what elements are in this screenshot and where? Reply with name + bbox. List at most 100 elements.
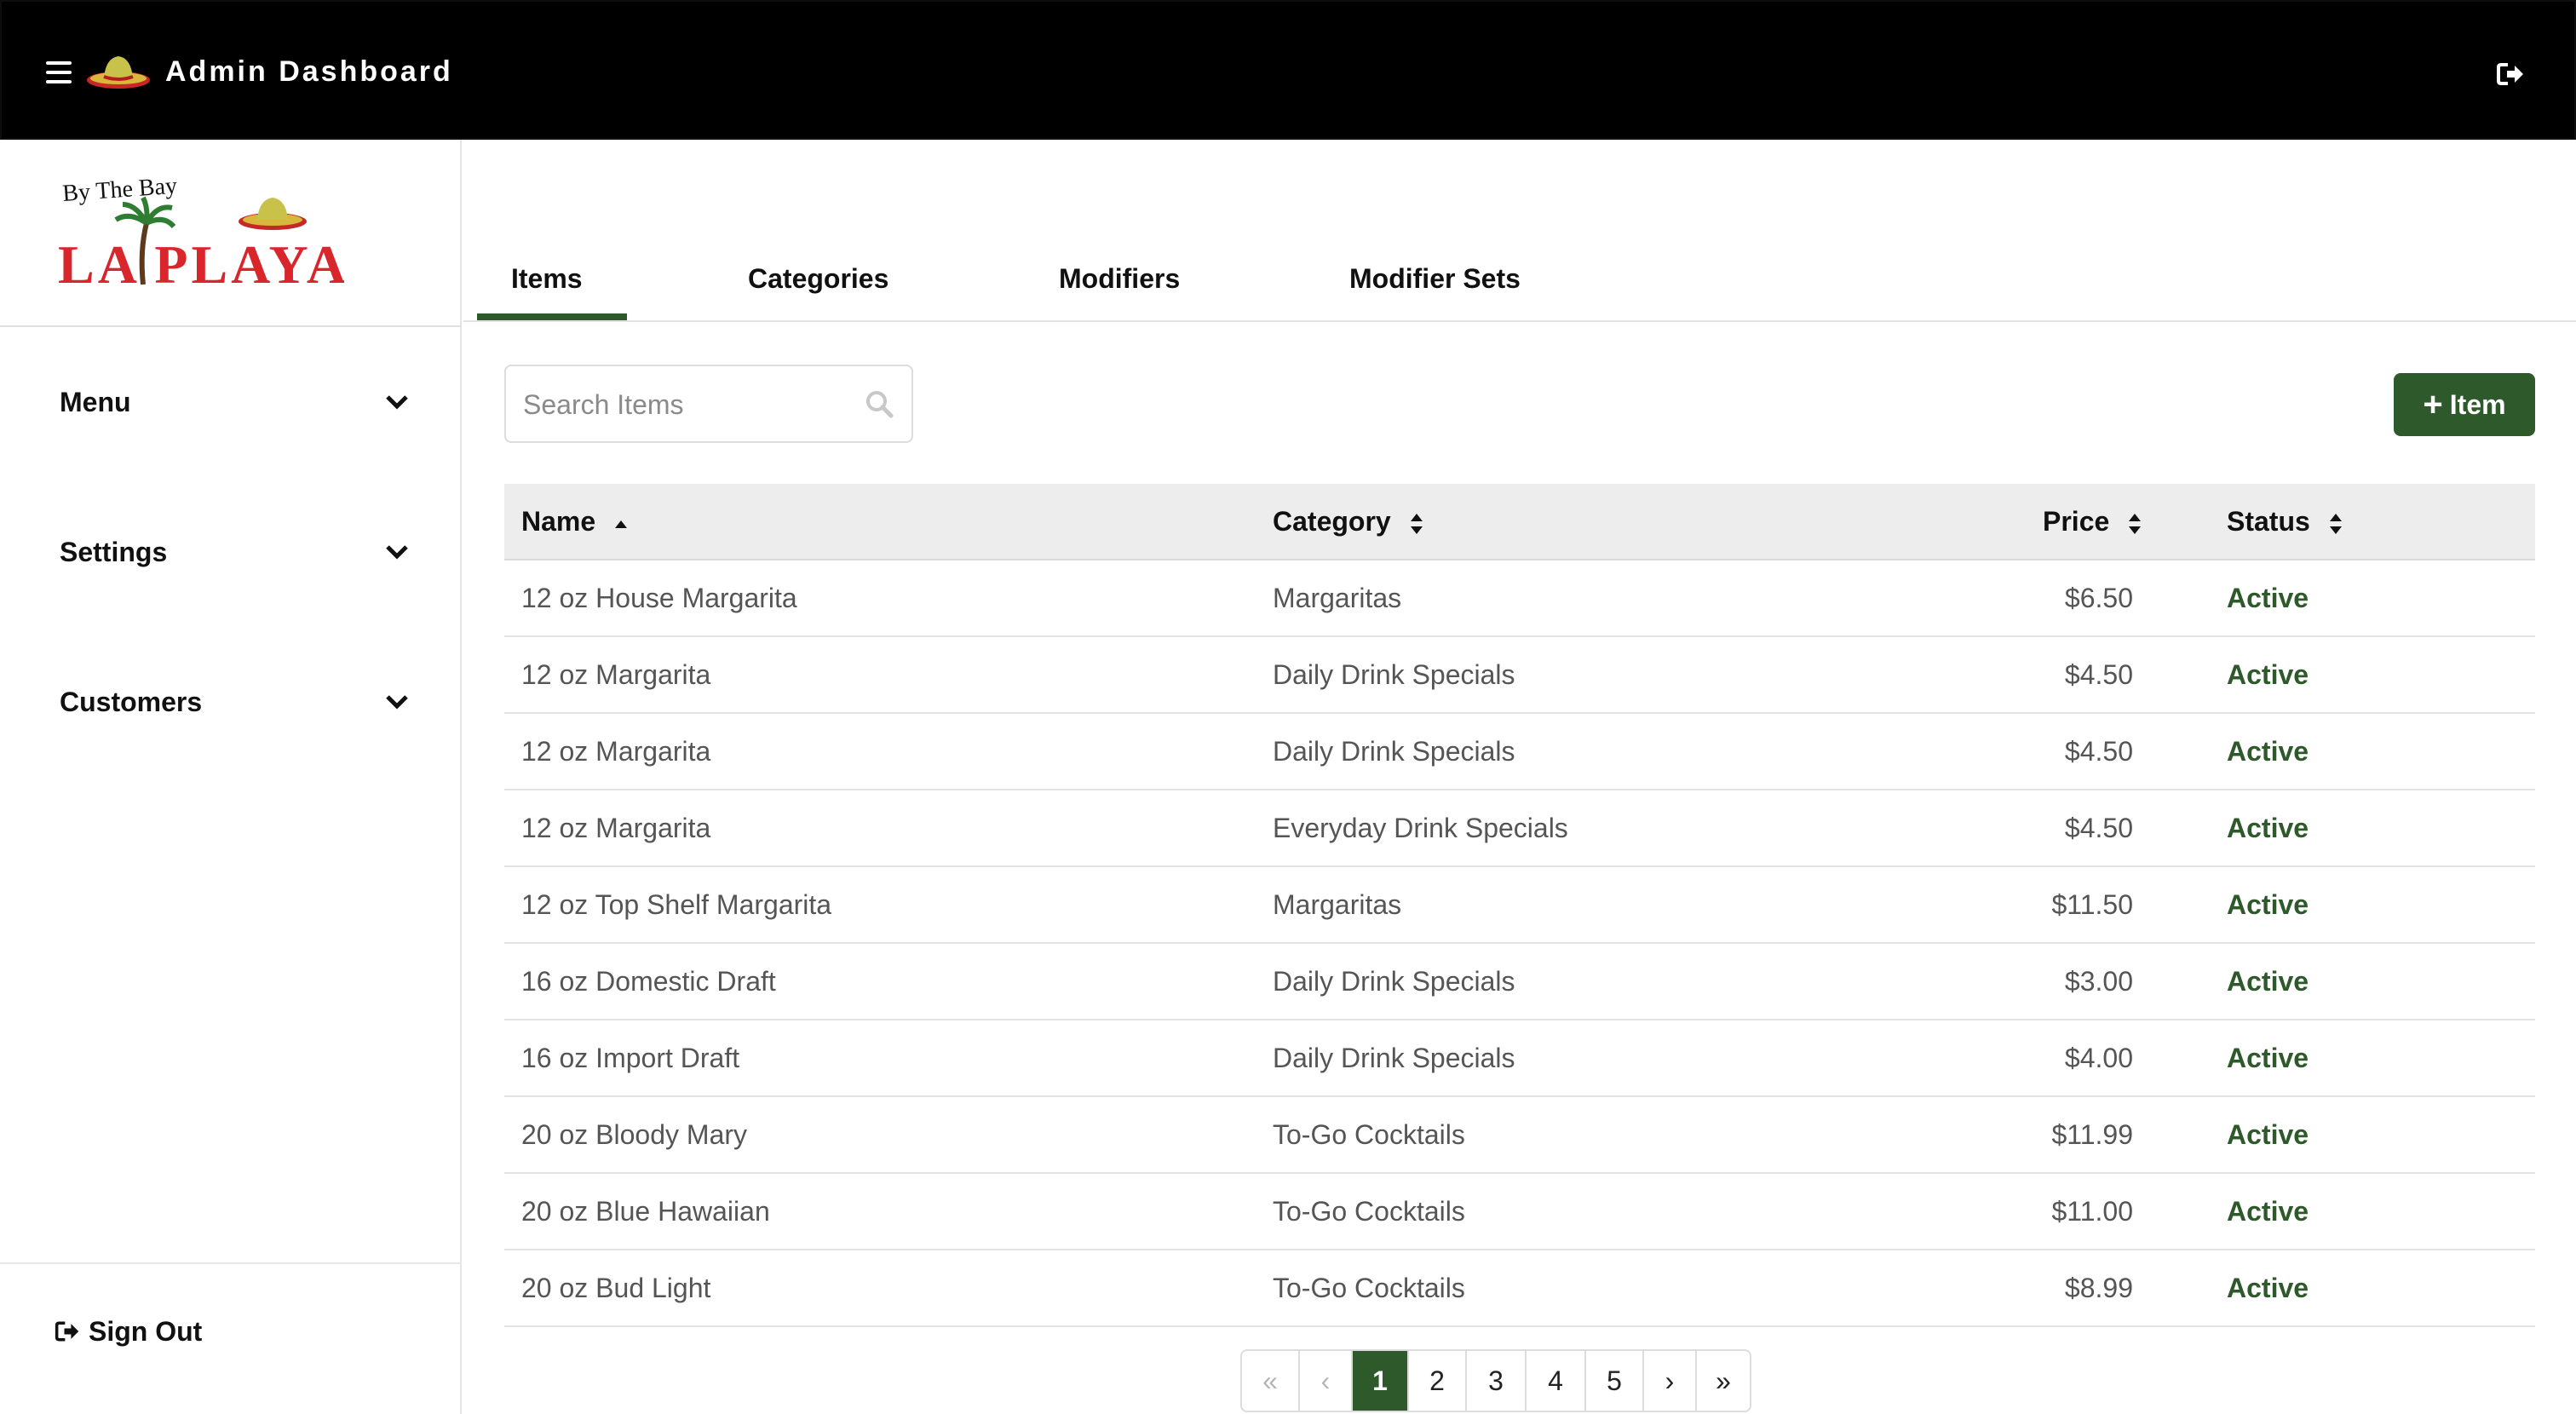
cell-price: $6.50	[2064, 583, 2133, 613]
status-badge: Active	[2227, 1273, 2309, 1303]
pagination: « ‹ 1 2 3 4 5 › »	[1240, 1349, 1751, 1412]
sombrero-icon	[87, 56, 150, 89]
sidebar-item-customers[interactable]: Customers	[60, 676, 409, 727]
table-row[interactable]: 16 oz Import Draft Daily Drink Specials …	[504, 1020, 2535, 1097]
table-row[interactable]: 12 oz House Margarita Margaritas $6.50 A…	[504, 560, 2535, 637]
hamburger-icon[interactable]	[46, 61, 72, 83]
sort-icon	[1410, 513, 1423, 534]
sort-icon	[2129, 513, 2142, 534]
status-badge: Active	[2227, 1043, 2309, 1073]
cell-category: Daily Drink Specials	[1273, 736, 1515, 767]
search-input[interactable]	[521, 382, 857, 428]
page-last-button[interactable]: »	[1697, 1351, 1750, 1411]
table-header: Name Category Price Status	[504, 484, 2535, 560]
cell-name: 12 oz Margarita	[521, 813, 711, 843]
svg-text:LA PLAYA: LA PLAYA	[58, 234, 344, 293]
cell-name: 12 oz Margarita	[521, 736, 711, 767]
column-header-status[interactable]: Status	[2227, 484, 2343, 559]
tab-categories[interactable]: Categories	[748, 257, 888, 300]
cell-name: 20 oz Bud Light	[521, 1273, 711, 1303]
cell-price: $4.50	[2064, 659, 2133, 690]
add-item-button[interactable]: + Item	[2394, 373, 2535, 436]
column-header-price[interactable]: Price	[2043, 484, 2142, 559]
cell-price: $3.00	[2064, 966, 2133, 997]
page-title: Admin Dashboard	[165, 55, 453, 88]
table-row[interactable]: 20 oz Bud Light To-Go Cocktails $8.99 Ac…	[504, 1250, 2535, 1327]
sidebar-item-settings[interactable]: Settings	[60, 526, 409, 578]
cell-category: To-Go Cocktails	[1273, 1196, 1465, 1227]
tab-modifiers[interactable]: Modifiers	[1059, 257, 1180, 300]
status-badge: Active	[2227, 583, 2309, 613]
table-row[interactable]: 12 oz Margarita Everyday Drink Specials …	[504, 790, 2535, 867]
table-row[interactable]: 16 oz Domestic Draft Daily Drink Special…	[504, 944, 2535, 1020]
sidebar-item-label: Menu	[60, 387, 131, 417]
chevron-down-icon	[386, 545, 408, 560]
sidebar: By The Bay LA PLAYA Menu Settings Custom…	[0, 140, 462, 1414]
sidebar-item-label: Customers	[60, 687, 203, 717]
cell-category: Daily Drink Specials	[1273, 659, 1515, 690]
chevron-down-icon	[386, 695, 408, 710]
cell-name: 20 oz Bloody Mary	[521, 1119, 748, 1150]
page-button-2[interactable]: 2	[1409, 1351, 1467, 1411]
column-header-category[interactable]: Category	[1273, 484, 1424, 559]
page-next-button[interactable]: ›	[1644, 1351, 1697, 1411]
column-header-label: Status	[2227, 506, 2310, 537]
column-header-name[interactable]: Name	[521, 484, 629, 559]
cell-price: $11.50	[2051, 889, 2134, 920]
cell-price: $4.00	[2064, 1043, 2133, 1073]
page-prev-button[interactable]: ‹	[1300, 1351, 1353, 1411]
cell-category: To-Go Cocktails	[1273, 1119, 1465, 1150]
sign-out-button[interactable]: Sign Out	[55, 1310, 202, 1353]
cell-name: 16 oz Import Draft	[521, 1043, 740, 1073]
table-row[interactable]: 12 oz Margarita Daily Drink Specials $4.…	[504, 714, 2535, 790]
sort-icon	[2329, 513, 2342, 534]
cell-category: Margaritas	[1273, 583, 1402, 613]
cell-category: Daily Drink Specials	[1273, 966, 1515, 997]
sort-asc-icon	[615, 520, 628, 528]
column-header-label: Name	[521, 506, 596, 537]
status-badge: Active	[2227, 659, 2309, 690]
page-button-3[interactable]: 3	[1467, 1351, 1527, 1411]
table-row[interactable]: 12 oz Top Shelf Margarita Margaritas $11…	[504, 867, 2535, 944]
tab-bar: Items Categories Modifiers Modifier Sets	[463, 228, 2576, 322]
cell-category: To-Go Cocktails	[1273, 1273, 1465, 1303]
logout-icon	[55, 1321, 79, 1342]
sidebar-item-menu[interactable]: Menu	[60, 376, 409, 428]
cell-price: $8.99	[2064, 1273, 2133, 1303]
tab-modifier-sets[interactable]: Modifier Sets	[1349, 257, 1521, 300]
status-badge: Active	[2227, 889, 2309, 920]
search-icon[interactable]	[864, 388, 894, 419]
cell-price: $4.50	[2064, 813, 2133, 843]
cell-category: Everyday Drink Specials	[1273, 813, 1568, 843]
cell-price: $11.00	[2051, 1196, 2134, 1227]
cell-price: $11.99	[2051, 1119, 2134, 1150]
cell-category: Margaritas	[1273, 889, 1402, 920]
page-button-4[interactable]: 4	[1527, 1351, 1586, 1411]
sidebar-footer-divider	[0, 1262, 462, 1264]
svg-text:By The Bay: By The Bay	[61, 174, 178, 207]
table-row[interactable]: 20 oz Blue Hawaiian To-Go Cocktails $11.…	[504, 1174, 2535, 1250]
status-badge: Active	[2227, 813, 2309, 843]
search-box	[504, 365, 913, 443]
tab-items[interactable]: Items	[511, 257, 583, 300]
cell-name: 12 oz Top Shelf Margarita	[521, 889, 832, 920]
table-row[interactable]: 12 oz Margarita Daily Drink Specials $4.…	[504, 637, 2535, 714]
cell-price: $4.50	[2064, 736, 2133, 767]
cell-name: 12 oz House Margarita	[521, 583, 797, 613]
plus-icon: +	[2423, 386, 2443, 423]
status-badge: Active	[2227, 966, 2309, 997]
status-badge: Active	[2227, 736, 2309, 767]
chevron-down-icon	[386, 395, 408, 410]
page-button-5[interactable]: 5	[1586, 1351, 1644, 1411]
status-badge: Active	[2227, 1119, 2309, 1150]
sign-out-label: Sign Out	[89, 1315, 203, 1347]
cell-name: 16 oz Domestic Draft	[521, 966, 776, 997]
top-header: Admin Dashboard	[0, 0, 2576, 140]
status-badge: Active	[2227, 1196, 2309, 1227]
table-row[interactable]: 20 oz Bloody Mary To-Go Cocktails $11.99…	[504, 1097, 2535, 1174]
page-first-button[interactable]: «	[1242, 1351, 1300, 1411]
sidebar-item-label: Settings	[60, 537, 168, 567]
page-button-1[interactable]: 1	[1353, 1351, 1409, 1411]
column-header-label: Category	[1273, 506, 1391, 537]
logout-icon[interactable]	[2496, 61, 2525, 87]
